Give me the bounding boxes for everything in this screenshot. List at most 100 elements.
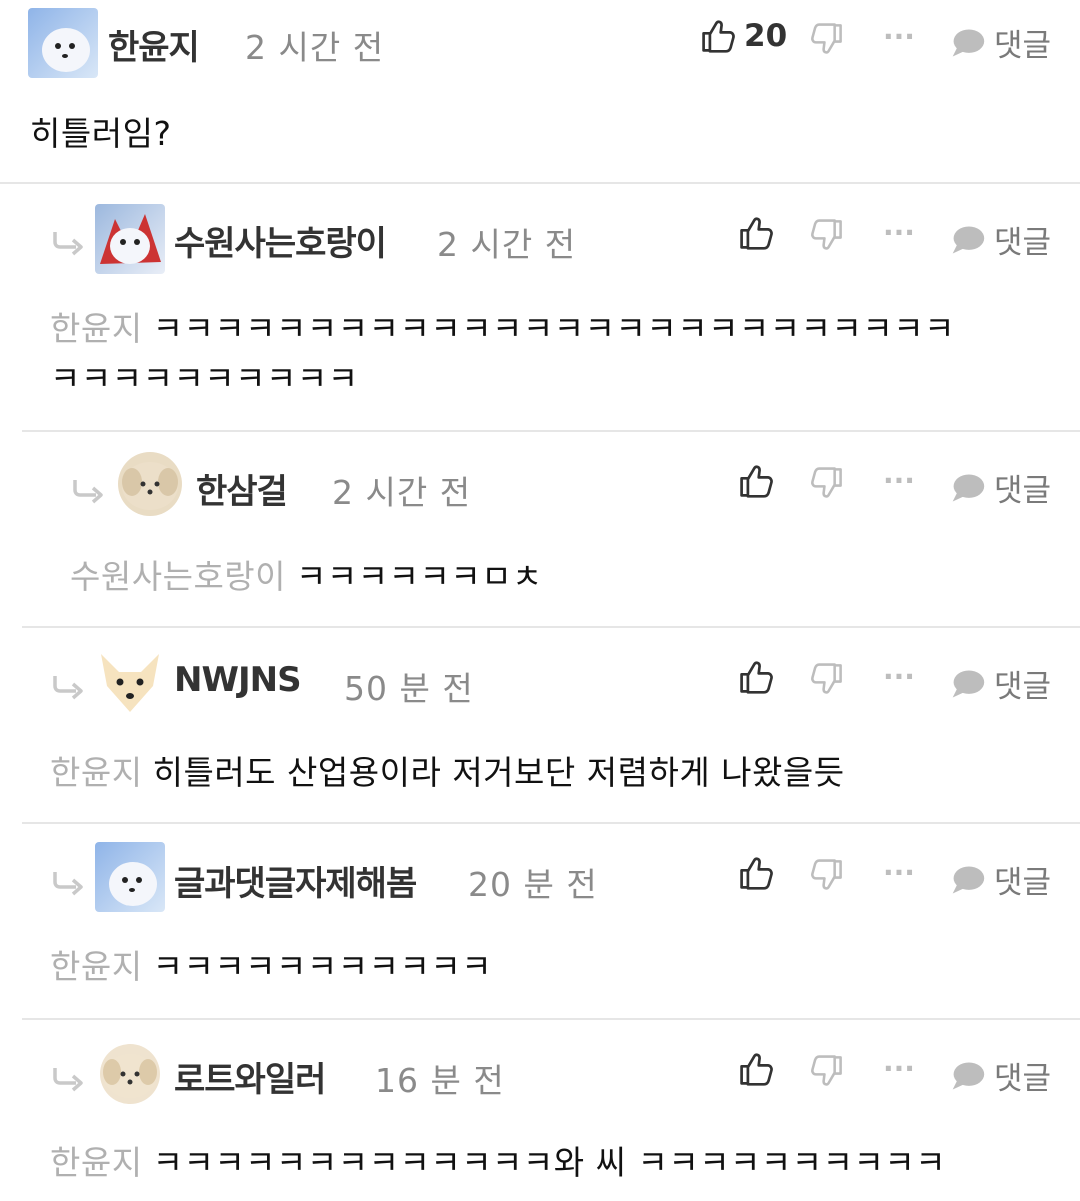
comment-body: ㅋㅋㅋㅋㅋㅋㅋㅋㅋㅋㅋ — [152, 947, 493, 986]
thumbs-up-icon — [738, 1051, 774, 1087]
comment-item: 한삼걸 2 시간 전 ··· 댓글 수원사는호랑이 ㅋㅋㅋㅋㅋㅋㅁㅊ — [0, 432, 1080, 628]
thumbs-down-icon — [810, 466, 844, 500]
speech-bubble-icon — [950, 27, 986, 59]
thumbs-up-icon — [738, 463, 774, 499]
comment-text: 수원사는호랑이 ㅋㅋㅋㅋㅋㅋㅁㅊ — [70, 550, 543, 598]
comment-item: 한윤지 2 시간 전 20 ··· 댓글 히틀러임? — [0, 0, 1080, 184]
reply-label: 댓글 — [994, 28, 1052, 64]
more-button[interactable]: ··· — [883, 464, 915, 497]
more-dots-icon: ··· — [883, 216, 915, 249]
reply-button[interactable]: 댓글 — [950, 1053, 1051, 1098]
speech-bubble-icon — [950, 224, 986, 256]
comment-time: 16 분 전 — [375, 1061, 505, 1100]
like-button[interactable] — [738, 855, 774, 891]
dislike-button[interactable] — [810, 858, 844, 892]
thumbs-up-icon — [738, 659, 774, 695]
more-dots-icon: ··· — [883, 660, 915, 693]
dislike-button[interactable] — [810, 22, 844, 56]
comment-body: ㅋㅋㅋㅋㅋㅋㅋㅋㅋㅋㅋㅋㅋㅋㅋㅋㅋㅋㅋㅋㅋㅋㅋㅋㅋㅋ — [152, 309, 955, 348]
like-count: 20 — [744, 18, 788, 54]
reply-arrow-icon — [52, 230, 86, 256]
thumbs-down-icon — [810, 218, 844, 252]
comment-author[interactable]: 한삼걸 — [196, 464, 288, 513]
reply-label: 댓글 — [994, 473, 1052, 509]
dislike-button[interactable] — [810, 662, 844, 696]
avatar[interactable] — [95, 842, 165, 912]
like-button[interactable] — [738, 215, 774, 251]
comment-time: 2 시간 전 — [437, 225, 577, 264]
speech-bubble-icon — [950, 472, 986, 504]
dislike-button[interactable] — [810, 1054, 844, 1088]
comment-author[interactable]: 수원사는호랑이 — [174, 216, 387, 265]
more-button[interactable]: ··· — [883, 1052, 915, 1085]
thumbs-up-icon — [700, 18, 736, 54]
speech-bubble-icon — [950, 864, 986, 896]
more-button[interactable]: ··· — [883, 660, 915, 693]
reply-arrow-icon — [52, 1066, 86, 1092]
speech-bubble-icon — [950, 668, 986, 700]
comment-time: 2 시간 전 — [245, 28, 385, 67]
reply-button[interactable]: 댓글 — [950, 20, 1051, 65]
thumbs-down-icon — [810, 22, 844, 56]
mention-tag[interactable]: 수원사는호랑이 — [70, 557, 286, 596]
comment-author[interactable]: 글과댓글자제해봄 — [174, 856, 417, 905]
comment-item: NWJNS 50 분 전 ··· 댓글 한윤지 히틀러도 산업용이라 저거보단 저… — [0, 628, 1080, 824]
reply-button[interactable]: 댓글 — [950, 857, 1051, 902]
like-button[interactable] — [738, 1051, 774, 1087]
more-button[interactable]: ··· — [883, 20, 915, 53]
comment-time: 20 분 전 — [468, 865, 598, 904]
comment-item: 글과댓글자제해봄 20 분 전 ··· 댓글 한윤지 ㅋㅋㅋㅋㅋㅋㅋㅋㅋㅋㅋ — [0, 824, 1080, 1020]
comment-body: 히틀러도 산업용이라 저거보단 저렴하게 나왔을듯 — [152, 753, 845, 792]
reply-button[interactable]: 댓글 — [950, 217, 1051, 262]
speech-bubble-icon — [950, 1060, 986, 1092]
comment-time: 2 시간 전 — [332, 473, 472, 512]
comment-item: 로트와일러 16 분 전 ··· 댓글 한윤지 ㅋㅋㅋㅋㅋㅋㅋㅋㅋㅋㅋㅋㅋ와 씨 … — [0, 1020, 1080, 1201]
comment-body: ㅋㅋㅋㅋㅋㅋㅋㅋㅋㅋ — [50, 359, 359, 398]
like-button[interactable]: 20 — [700, 18, 787, 54]
avatar[interactable] — [95, 204, 165, 274]
like-button[interactable] — [738, 463, 774, 499]
comment-item: 수원사는호랑이 2 시간 전 ··· 댓글 한윤지 ㅋㅋㅋㅋㅋㅋㅋㅋㅋㅋㅋㅋㅋㅋㅋ… — [0, 184, 1080, 432]
comment-body: ㅋㅋㅋㅋㅋㅋㅋㅋㅋㅋㅋㅋㅋ와 씨 ㅋㅋㅋㅋㅋㅋㅋㅋㅋㅋ — [152, 1143, 947, 1182]
comment-text: 한윤지 ㅋㅋㅋㅋㅋㅋㅋㅋㅋㅋㅋㅋㅋ와 씨 ㅋㅋㅋㅋㅋㅋㅋㅋㅋㅋ — [50, 1136, 946, 1184]
comment-author[interactable]: NWJNS — [174, 660, 302, 700]
comment-body: ㅋㅋㅋㅋㅋㅋㅁㅊ — [296, 557, 543, 596]
dislike-button[interactable] — [810, 466, 844, 500]
thumbs-down-icon — [810, 1054, 844, 1088]
reply-label: 댓글 — [994, 865, 1052, 901]
avatar[interactable] — [28, 8, 98, 78]
thumbs-up-icon — [738, 215, 774, 251]
mention-tag[interactable]: 한윤지 — [50, 309, 143, 348]
more-button[interactable]: ··· — [883, 216, 915, 249]
comment-text: 한윤지 히틀러도 산업용이라 저거보단 저렴하게 나왔을듯 — [50, 746, 845, 794]
comment-author[interactable]: 로트와일러 — [174, 1052, 326, 1101]
more-dots-icon: ··· — [883, 20, 915, 53]
like-button[interactable] — [738, 659, 774, 695]
avatar[interactable] — [95, 646, 165, 716]
comment-time: 50 분 전 — [344, 669, 474, 708]
avatar[interactable] — [118, 452, 182, 516]
reply-label: 댓글 — [994, 1061, 1052, 1097]
comment-text: 히틀러임? — [30, 107, 171, 155]
mention-tag[interactable]: 한윤지 — [50, 1143, 143, 1182]
mention-tag[interactable]: 한윤지 — [50, 753, 143, 792]
reply-button[interactable]: 댓글 — [950, 661, 1051, 706]
reply-label: 댓글 — [994, 669, 1052, 705]
thumbs-up-icon — [738, 855, 774, 891]
more-button[interactable]: ··· — [883, 856, 915, 889]
avatar[interactable] — [100, 1044, 160, 1104]
comment-text: 한윤지 ㅋㅋㅋㅋㅋㅋㅋㅋㅋㅋㅋ — [50, 940, 492, 988]
reply-button[interactable]: 댓글 — [950, 465, 1051, 510]
comment-text: 한윤지 ㅋㅋㅋㅋㅋㅋㅋㅋㅋㅋㅋㅋㅋㅋㅋㅋㅋㅋㅋㅋㅋㅋㅋㅋㅋㅋ — [50, 302, 955, 350]
more-dots-icon: ··· — [883, 464, 915, 497]
more-dots-icon: ··· — [883, 856, 915, 889]
reply-label: 댓글 — [994, 225, 1052, 261]
mention-tag[interactable]: 한윤지 — [50, 947, 143, 986]
reply-arrow-icon — [72, 478, 106, 504]
comment-body: 히틀러임? — [30, 114, 172, 153]
comment-author[interactable]: 한윤지 — [108, 20, 200, 69]
comment-text-line2: ㅋㅋㅋㅋㅋㅋㅋㅋㅋㅋ — [50, 352, 359, 400]
thumbs-down-icon — [810, 662, 844, 696]
reply-arrow-icon — [52, 674, 86, 700]
dislike-button[interactable] — [810, 218, 844, 252]
